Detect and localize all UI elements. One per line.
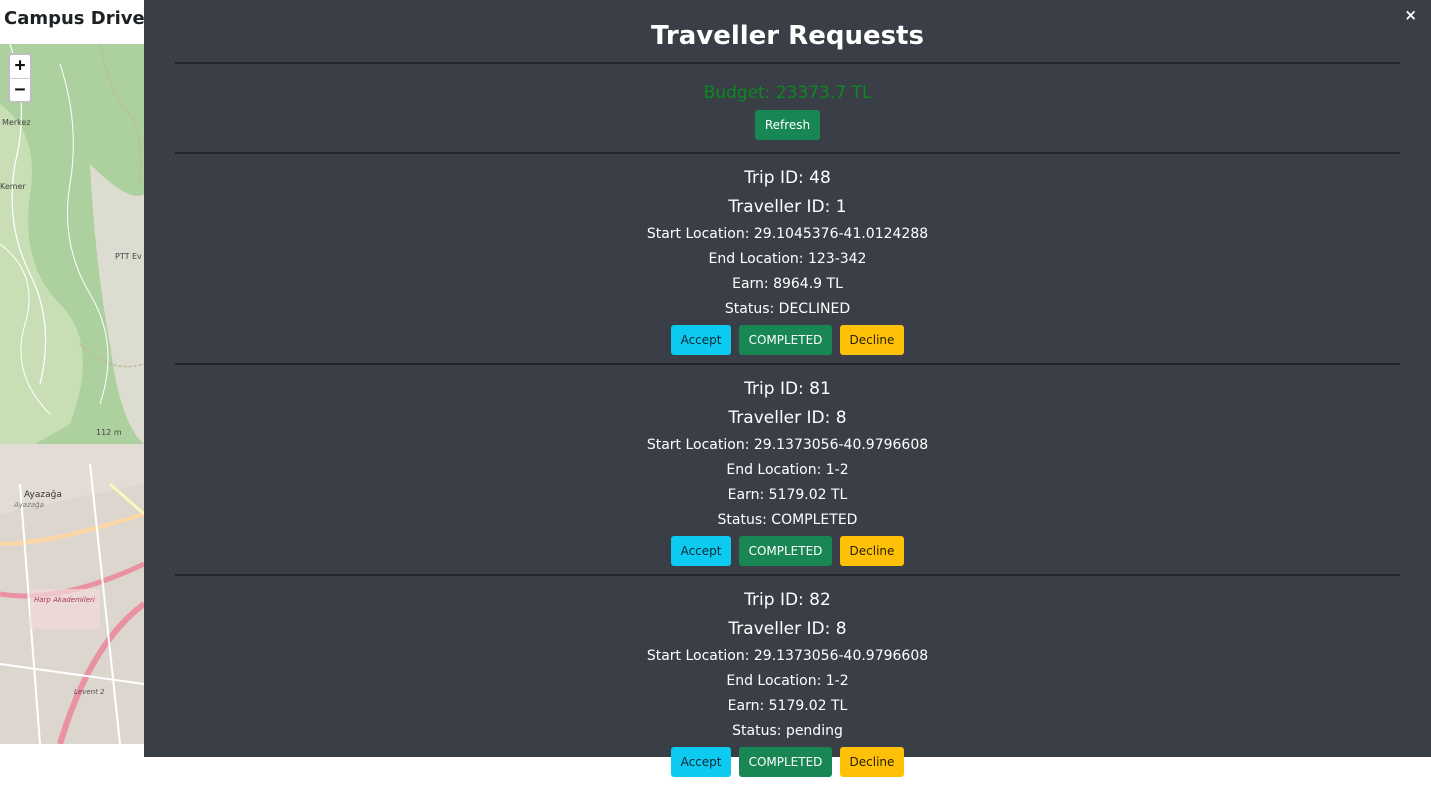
- end-location: End Location: 123-342: [708, 251, 867, 267]
- completed-button[interactable]: COMPLETED: [738, 536, 833, 566]
- zoom-out-button[interactable]: −: [10, 78, 30, 101]
- map-panel: Campus Driver | Merkez: [0, 0, 144, 757]
- trip-id: Trip ID: 48: [744, 168, 831, 188]
- modal-overlay: × Traveller Requests Budget: 23373.7 TL …: [144, 0, 1431, 777]
- trip-actions: Accept COMPLETED Decline: [175, 325, 1400, 355]
- accept-button[interactable]: Accept: [670, 536, 732, 566]
- decline-button[interactable]: Decline: [839, 747, 905, 777]
- status: Status: pending: [732, 723, 843, 739]
- trip-card: Trip ID: 82 Traveller ID: 8 Start Locati…: [175, 576, 1400, 787]
- map-label-ayazaga: Ayazağa: [24, 490, 62, 500]
- trip-card: Trip ID: 81 Traveller ID: 8 Start Locati…: [175, 365, 1400, 576]
- trip-actions: Accept COMPLETED Decline: [175, 536, 1400, 566]
- completed-button[interactable]: COMPLETED: [738, 325, 833, 355]
- accept-button[interactable]: Accept: [670, 325, 732, 355]
- map-tiles: [0, 44, 144, 744]
- earn: Earn: 5179.02 TL: [727, 698, 848, 714]
- traveller-id: Traveller ID: 1: [728, 197, 847, 217]
- earn: Earn: 8964.9 TL: [732, 276, 843, 292]
- modal-title: Traveller Requests: [175, 0, 1400, 64]
- map-label-merkez: Merkez: [2, 118, 31, 127]
- map-view[interactable]: Merkez Kemer PTT Ev 112 m Ayazağa Ayazağ…: [0, 44, 144, 744]
- completed-button[interactable]: COMPLETED: [738, 747, 833, 777]
- trip-id: Trip ID: 82: [744, 590, 831, 610]
- app-title: Campus Driver |: [4, 8, 144, 29]
- earn: Earn: 5179.02 TL: [727, 487, 848, 503]
- map-label-ptt: PTT Ev: [115, 252, 142, 261]
- traveller-requests-modal: Traveller Requests Budget: 23373.7 TL Re…: [175, 0, 1400, 777]
- zoom-control: + −: [8, 53, 32, 103]
- decline-button[interactable]: Decline: [839, 325, 905, 355]
- decline-button[interactable]: Decline: [839, 536, 905, 566]
- status: Status: COMPLETED: [717, 512, 858, 528]
- accept-button[interactable]: Accept: [670, 747, 732, 777]
- start-location: Start Location: 29.1045376-41.0124288: [646, 226, 929, 242]
- end-location: End Location: 1-2: [726, 462, 849, 478]
- traveller-id: Traveller ID: 8: [728, 408, 847, 428]
- budget-section: Budget: 23373.7 TL Refresh: [175, 64, 1400, 154]
- map-label-ayazaga-sub: Ayazağa: [14, 501, 44, 509]
- trip-id: Trip ID: 81: [744, 379, 831, 399]
- map-label-levent: Levent 2: [74, 688, 105, 696]
- traveller-id: Traveller ID: 8: [728, 619, 847, 639]
- start-location: Start Location: 29.1373056-40.9796608: [646, 648, 929, 664]
- status: Status: DECLINED: [724, 301, 851, 317]
- zoom-in-button[interactable]: +: [10, 55, 30, 78]
- close-icon[interactable]: ×: [1404, 6, 1417, 24]
- map-label-elevation: 112 m: [96, 428, 122, 437]
- trip-card: Trip ID: 48 Traveller ID: 1 Start Locati…: [175, 154, 1400, 365]
- refresh-button[interactable]: Refresh: [754, 110, 821, 140]
- trip-actions: Accept COMPLETED Decline: [175, 747, 1400, 777]
- start-location: Start Location: 29.1373056-40.9796608: [646, 437, 929, 453]
- map-label-kemer: Kemer: [0, 182, 26, 191]
- map-label-harp: Harp Akademileri: [34, 596, 95, 604]
- end-location: End Location: 1-2: [726, 673, 849, 689]
- budget-text: Budget: 23373.7 TL: [703, 83, 872, 103]
